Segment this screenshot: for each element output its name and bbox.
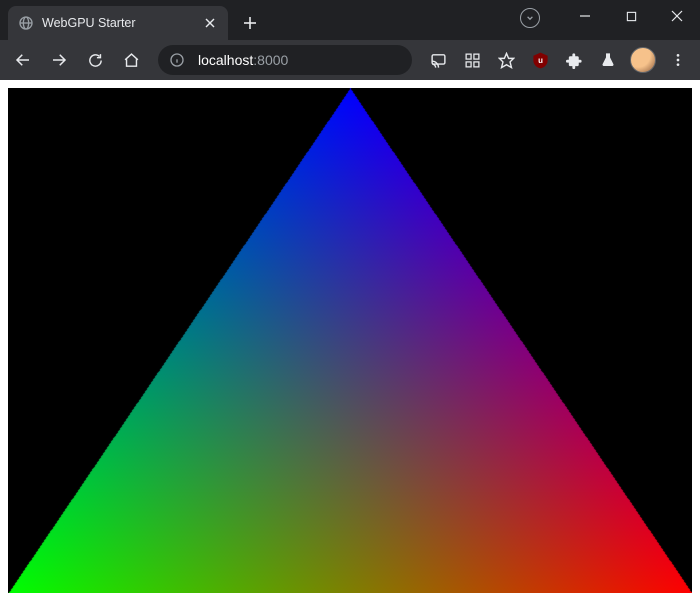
window-close-button[interactable] <box>654 0 700 32</box>
chevron-down-icon[interactable] <box>520 8 540 28</box>
site-info-icon[interactable] <box>164 47 190 73</box>
tab-active[interactable]: WebGPU Starter <box>8 6 228 40</box>
omnibox-port: :8000 <box>253 52 288 68</box>
omnibox-host: localhost <box>198 52 253 68</box>
extensions-puzzle-icon[interactable] <box>558 45 590 75</box>
back-button[interactable] <box>6 45 40 75</box>
canvas-container <box>8 88 692 593</box>
home-button[interactable] <box>114 45 148 75</box>
window-maximize-button[interactable] <box>608 0 654 32</box>
window-controls <box>562 0 700 32</box>
new-tab-button[interactable] <box>236 9 264 37</box>
bookmark-icon[interactable] <box>490 45 522 75</box>
ublock-icon[interactable]: u <box>524 45 556 75</box>
omnibox-url: localhost:8000 <box>198 52 288 68</box>
webgpu-canvas <box>8 88 692 593</box>
forward-button[interactable] <box>42 45 76 75</box>
cast-icon[interactable] <box>422 45 454 75</box>
kebab-menu-icon[interactable] <box>662 45 694 75</box>
page-viewport <box>0 80 700 601</box>
browser-titlebar: WebGPU Starter <box>0 0 700 40</box>
reload-button[interactable] <box>78 45 112 75</box>
browser-toolbar: localhost:8000 u <box>0 40 700 80</box>
apps-icon[interactable] <box>456 45 488 75</box>
globe-icon <box>18 15 34 31</box>
profile-avatar[interactable] <box>630 47 656 73</box>
omnibox[interactable]: localhost:8000 <box>158 45 412 75</box>
tab-close-icon[interactable] <box>202 15 218 31</box>
window-minimize-button[interactable] <box>562 0 608 32</box>
toolbar-right: u <box>422 45 694 75</box>
svg-text:u: u <box>538 55 543 64</box>
labs-flask-icon[interactable] <box>592 45 624 75</box>
tab-title: WebGPU Starter <box>42 16 194 30</box>
